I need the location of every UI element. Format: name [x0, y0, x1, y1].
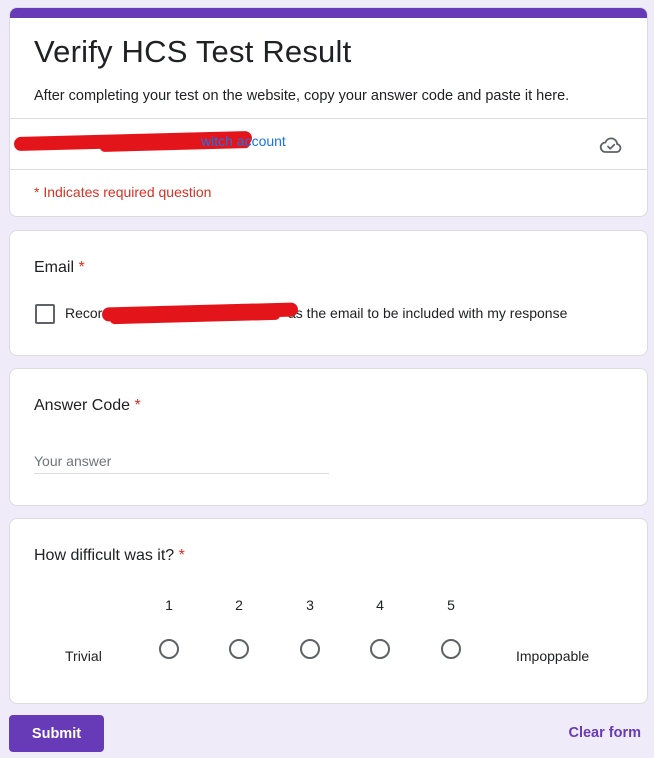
email-question-card: Email * Record as the email to be includ…	[9, 230, 648, 356]
answer-code-question-title: Answer Code *	[34, 397, 141, 415]
scale-number-2: 2	[235, 597, 243, 613]
required-asterisk: *	[78, 259, 85, 276]
answer-code-question-card: Answer Code *	[9, 368, 648, 506]
email-question-title: Email *	[34, 259, 85, 277]
answer-code-input[interactable]	[34, 449, 329, 474]
required-note: * Indicates required question	[34, 184, 212, 200]
scale-radio-5[interactable]	[441, 639, 461, 659]
email-title-text: Email	[34, 259, 75, 276]
scale-radio-3[interactable]	[300, 639, 320, 659]
clear-form-button[interactable]: Clear form	[568, 725, 641, 741]
difficulty-question-card: How difficult was it? * 1 2 3 4 5 Trivia…	[9, 518, 648, 704]
scale-number-5: 5	[447, 597, 455, 613]
account-row: witch account	[10, 119, 647, 170]
submit-button[interactable]: Submit	[9, 715, 104, 752]
form-header-card: Verify HCS Test Result After completing …	[9, 7, 648, 217]
difficulty-question-title: How difficult was it? *	[34, 547, 185, 565]
record-email-suffix: as the email to be included with my resp…	[288, 305, 568, 321]
record-email-checkbox[interactable]	[35, 304, 55, 324]
switch-account-link[interactable]: witch account	[201, 133, 286, 149]
form-description: After completing your test on the websit…	[34, 88, 570, 104]
required-asterisk: *	[178, 547, 185, 564]
scale-number-3: 3	[306, 597, 314, 613]
scale-number-1: 1	[165, 597, 173, 613]
scale-number-4: 4	[376, 597, 384, 613]
scale-radio-2[interactable]	[229, 639, 249, 659]
header-accent-bar	[10, 8, 647, 18]
scale-high-label: Impoppable	[516, 648, 590, 664]
header-divider-bottom	[10, 169, 647, 170]
scale-low-label: Trivial	[65, 648, 102, 664]
difficulty-title-text: How difficult was it?	[34, 547, 175, 564]
answer-code-title-text: Answer Code	[34, 397, 131, 414]
scale-radio-4[interactable]	[370, 639, 390, 659]
scale-radio-1[interactable]	[159, 639, 179, 659]
cloud-check-icon[interactable]	[599, 133, 623, 157]
form-title: Verify HCS Test Result	[34, 34, 352, 69]
required-asterisk: *	[134, 397, 141, 414]
